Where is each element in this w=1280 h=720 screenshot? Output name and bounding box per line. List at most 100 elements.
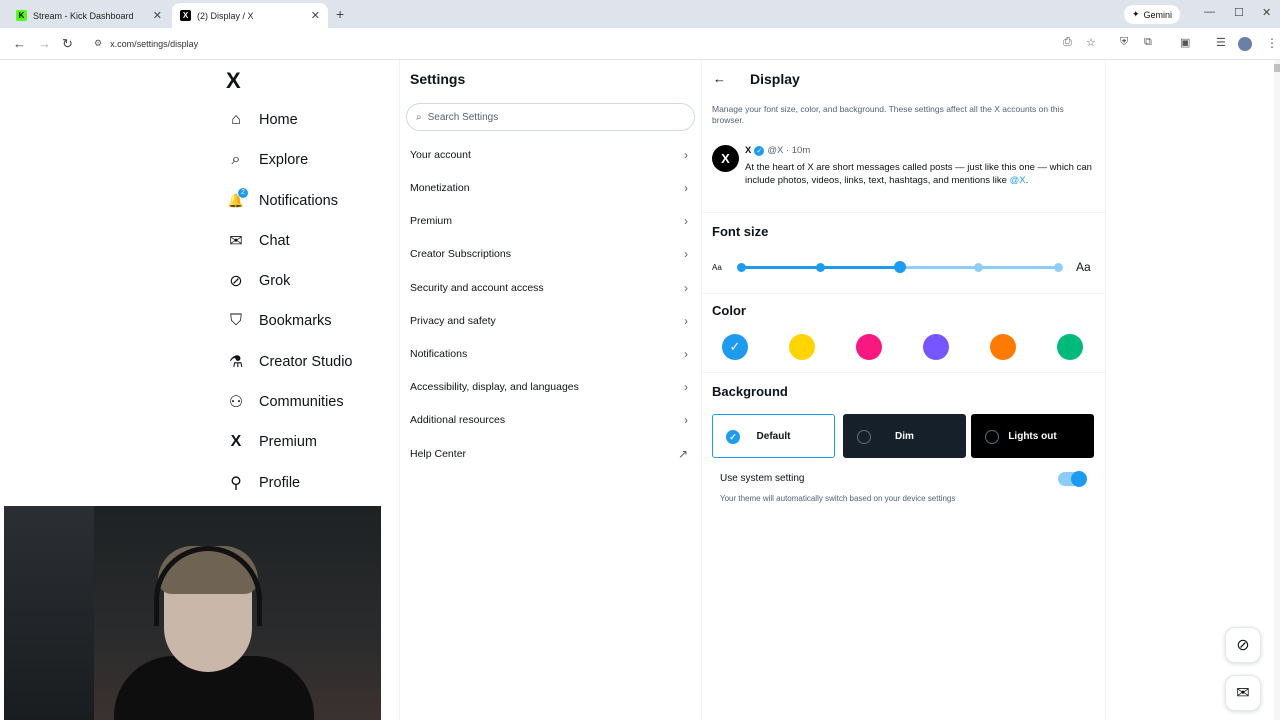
chrome-profile-avatar[interactable] [1238,37,1252,51]
use-system-setting-description: Your theme will automatically switch bas… [720,494,956,503]
color-swatch[interactable]: ✓ [722,334,748,360]
people-icon: ⚇ [228,394,244,411]
chevron-right-icon: › [684,214,688,228]
tab-kick-dashboard[interactable]: K Stream - Kick Dashboard ✕ [8,3,170,28]
mouse-cursor-icon: ➤ [982,438,994,454]
font-size-step-dot[interactable] [815,263,825,272]
background-title: Background [712,384,788,399]
nav-item-grok[interactable]: ⊘ Grok [226,267,290,295]
font-size-slider[interactable] [736,261,1063,273]
nav-item-creator-studio[interactable]: ⚗ Creator Studio [226,348,353,376]
settings-item-additional-resources[interactable]: Additional resources › [410,410,688,430]
settings-item-monetization[interactable]: Monetization › [410,178,688,198]
extension-shield-icon[interactable]: ⛨ [1120,36,1128,49]
color-swatch[interactable] [923,334,949,360]
color-swatch[interactable] [990,334,1016,360]
maximize-icon[interactable]: ☐ [1234,6,1244,19]
url-input[interactable]: ⚙ x.com/settings/display [86,32,1111,55]
x-logo-icon[interactable]: X [226,68,241,94]
grok-floating-button[interactable]: ⊘ [1225,627,1261,663]
background-option-default[interactable]: ✓ Default [712,414,835,458]
settings-item-label: Accessibility, display, and languages [410,381,579,393]
messages-floating-button[interactable]: ✉ [1225,675,1261,711]
use-system-setting-toggle[interactable] [1058,471,1087,487]
settings-item-premium[interactable]: Premium › [410,211,688,231]
font-size-step-dot[interactable] [974,263,984,272]
settings-item-label: Premium [410,215,453,227]
font-size-step-dot[interactable] [736,263,746,272]
gemini-button[interactable]: ✦ Gemini [1124,5,1181,24]
nav-label: Profile [259,475,301,491]
settings-item-security[interactable]: Security and account access › [410,278,688,298]
background-option-label: Dim [895,430,914,442]
settings-item-accessibility[interactable]: Accessibility, display, and languages › [410,377,688,397]
settings-title: Settings [410,71,466,87]
radio-unchecked-icon [857,430,871,444]
page-scrollbar[interactable] [1274,60,1280,720]
grok-icon: ⊘ [229,273,243,290]
nav-item-explore[interactable]: ⌕ Explore [226,146,309,174]
display-description: Manage your font size, color, and backgr… [712,104,1064,125]
nav-item-premium[interactable]: X Premium [226,428,317,456]
color-swatch[interactable] [1057,334,1083,360]
back-arrow-icon[interactable]: ← [713,71,726,86]
media-controls-icon[interactable]: ☰ [1216,36,1226,49]
chevron-right-icon: › [684,281,688,295]
kick-favicon-icon: K [16,10,27,21]
tab-close-icon[interactable]: ✕ [311,9,320,22]
tab-display-x[interactable]: X (2) Display / X ✕ [172,3,328,28]
new-tab-button[interactable]: + [336,6,344,22]
settings-item-privacy[interactable]: Privacy and safety › [410,311,688,331]
settings-item-label: Privacy and safety [410,315,496,327]
back-arrow-icon[interactable]: ← [13,36,26,51]
bookmark-star-icon[interactable]: ☆ [1086,36,1096,49]
external-link-icon: ↗ [677,447,688,461]
site-settings-icon[interactable]: ⚙ [94,38,102,49]
settings-item-creator-subscriptions[interactable]: Creator Subscriptions › [410,244,688,264]
reload-icon[interactable]: ↻ [62,36,73,52]
minimize-icon[interactable]: — [1204,6,1215,18]
nav-item-bookmarks[interactable]: ⛉ Bookmarks [226,307,332,335]
verified-badge-icon: ✓ [754,145,765,156]
color-swatch[interactable] [789,334,815,360]
gemini-label: Gemini [1143,9,1173,20]
forward-arrow-icon[interactable]: → [38,36,51,51]
window-close-icon[interactable]: ✕ [1262,6,1271,19]
side-panel-icon[interactable]: ▣ [1180,36,1190,49]
background-option-dim[interactable]: Dim [843,414,966,458]
font-size-slider-knob[interactable] [893,261,906,273]
settings-item-label: Monetization [410,182,470,194]
search-settings-input[interactable]: ⌕ Search Settings [406,103,695,131]
settings-item-notifications[interactable]: Notifications › [410,344,688,364]
toggle-knob [1071,471,1087,487]
nav-item-profile[interactable]: ⚲ Profile [226,469,300,497]
radio-checked-icon: ✓ [726,430,740,444]
section-divider [702,293,1106,294]
nav-item-communities[interactable]: ⚇ Communities [226,388,344,416]
nav-label: Bookmarks [259,313,332,329]
nav-item-home[interactable]: ⌂ Home [226,106,298,134]
nav-label: Communities [259,394,344,410]
settings-item-help-center[interactable]: Help Center ↗ [410,444,688,464]
webcam-overlay [4,506,381,720]
font-size-step-dot[interactable] [1053,263,1063,272]
install-app-icon[interactable]: ⎙ [1063,36,1072,49]
scrollbar-thumb[interactable] [1274,64,1280,72]
chat-icon: ✉ [229,233,243,250]
extensions-puzzle-icon[interactable]: ⧉ [1144,36,1152,49]
page-title: Display [750,71,800,87]
tab-title: Stream - Kick Dashboard [33,10,134,21]
nav-item-chat[interactable]: ✉ Chat [226,227,289,255]
url-text: x.com/settings/display [110,38,199,49]
sample-post-handle-time: @X · 10m [767,145,811,156]
chrome-menu-icon[interactable]: ⋮ [1266,36,1278,50]
sample-post-mention[interactable]: @X [1010,175,1026,186]
settings-item-your-account[interactable]: Your account › [410,145,688,165]
chevron-right-icon: › [684,380,688,394]
color-swatch[interactable] [856,334,882,360]
x-premium-icon: X [230,433,242,450]
search-placeholder: Search Settings [427,111,499,123]
tab-close-icon[interactable]: ✕ [153,9,162,22]
background-option-label: Lights out [1008,430,1057,442]
nav-item-notifications[interactable]: 🔔 2 Notifications [226,187,338,215]
